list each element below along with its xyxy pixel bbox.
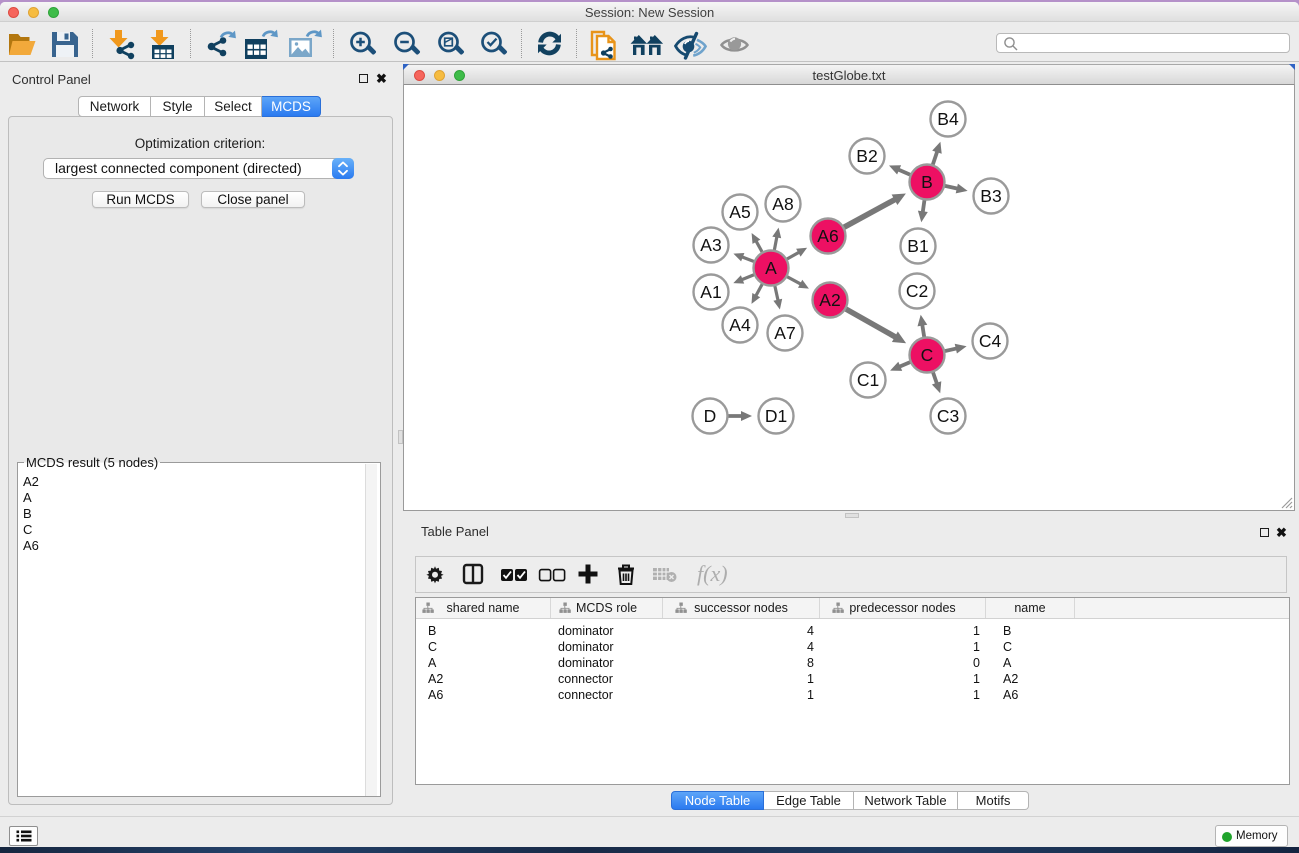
svg-text:A2: A2 (819, 290, 840, 310)
svg-text:A6: A6 (817, 226, 838, 246)
svg-text:A5: A5 (729, 202, 750, 222)
svg-text:C4: C4 (979, 331, 1002, 351)
svg-text:A7: A7 (774, 323, 795, 343)
svg-text:B: B (921, 172, 933, 192)
svg-text:D1: D1 (765, 406, 787, 426)
svg-text:A: A (765, 258, 777, 278)
svg-text:C: C (921, 345, 934, 365)
svg-text:B3: B3 (980, 186, 1001, 206)
svg-text:D: D (704, 406, 717, 426)
svg-text:A8: A8 (772, 194, 793, 214)
svg-text:C2: C2 (906, 281, 928, 301)
svg-text:B4: B4 (937, 109, 959, 129)
svg-text:A1: A1 (700, 282, 721, 302)
svg-text:A4: A4 (729, 315, 751, 335)
svg-text:C3: C3 (937, 406, 959, 426)
svg-text:B1: B1 (907, 236, 928, 256)
svg-text:A3: A3 (700, 235, 721, 255)
svg-text:C1: C1 (857, 370, 879, 390)
svg-text:B2: B2 (856, 146, 877, 166)
